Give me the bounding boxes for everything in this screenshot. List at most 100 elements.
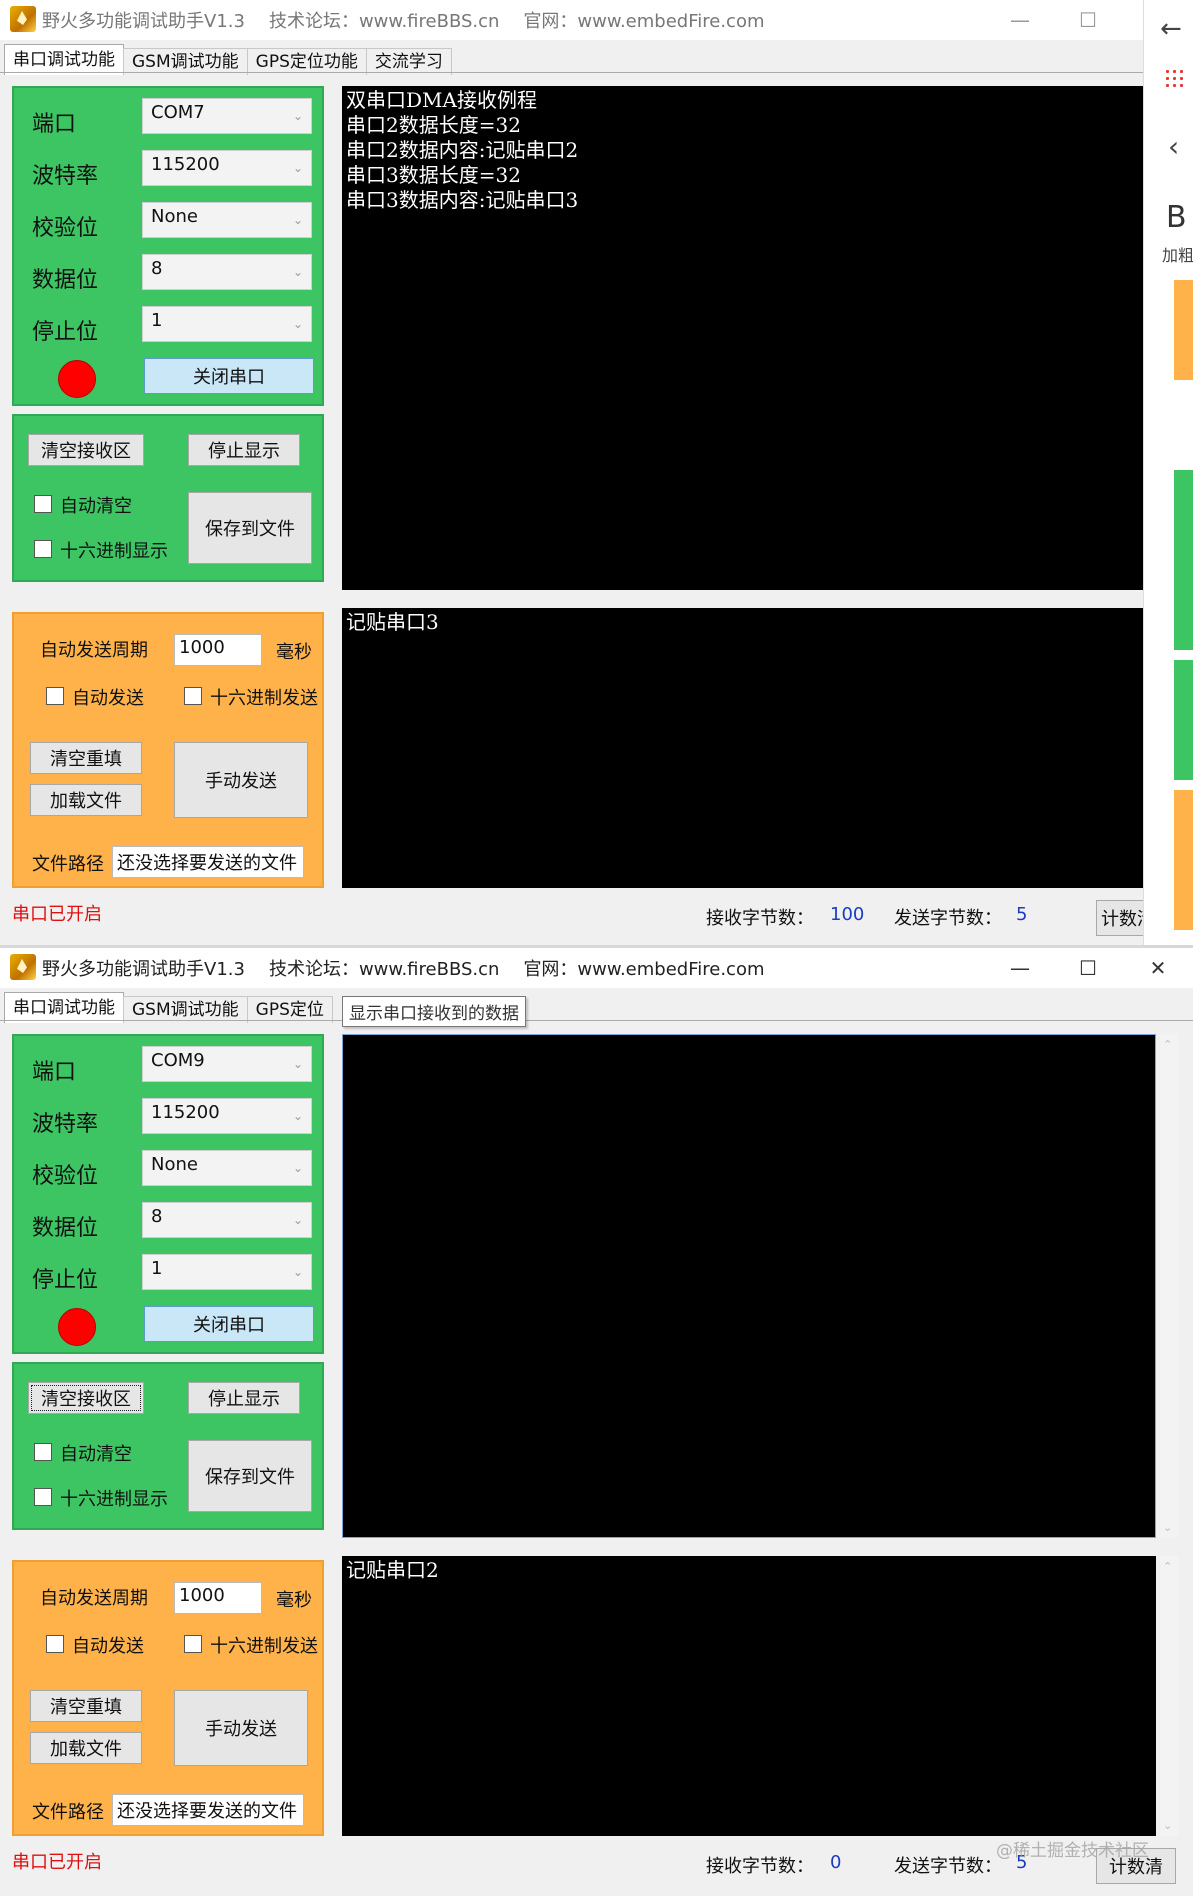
bold-text-label: 加粗 [1162,246,1193,265]
rx-line: 串口2数据长度=32 [346,113,521,137]
baud-select[interactable]: 115200 ⌄ [142,1098,312,1134]
file-path-label: 文件路径 [32,1802,104,1823]
minimize-button[interactable]: — [985,0,1055,40]
hex-display-checkbox[interactable] [34,540,52,558]
auto-send-checkbox[interactable] [46,1635,64,1653]
parity-select[interactable]: None ⌄ [142,1150,312,1186]
maximize-button[interactable]: ☐ [1053,948,1123,988]
port-select[interactable]: COM7 ⌄ [142,98,312,134]
tab-gps[interactable]: GPS定位功能 [246,48,367,75]
manual-send-button[interactable]: 手动发送 [174,1690,308,1766]
tab-underline [0,72,1143,73]
hex-send-checkbox[interactable] [184,1635,202,1653]
stopbits-select[interactable]: 1 ⌄ [142,1254,312,1290]
title-forum: 技术论坛：www.fireBBS.cn [268,959,500,980]
auto-clear-checkbox[interactable] [34,495,52,513]
stop-display-button[interactable]: 停止显示 [188,434,300,466]
receive-data-area[interactable] [342,1034,1156,1538]
auto-send-period-label: 自动发送周期 [40,1588,148,1609]
clear-refill-button[interactable]: 清空重填 [30,742,142,774]
hex-display-checkbox[interactable] [34,1488,52,1506]
load-file-button[interactable]: 加载文件 [30,1732,142,1764]
baud-select[interactable]: 115200 ⌄ [142,150,312,186]
chevron-left-icon[interactable]: ‹ [1168,130,1179,163]
auto-clear-label: 自动清空 [60,496,132,517]
clear-receive-button[interactable]: 清空接收区 [28,434,144,466]
title-site: 官网：www.embedFire.com [523,11,765,32]
auto-send-checkbox[interactable] [46,687,64,705]
stopbits-select[interactable]: 1 ⌄ [142,306,312,342]
parity-select[interactable]: None ⌄ [142,202,312,238]
stopbits-value: 1 [151,310,163,331]
hex-send-checkbox[interactable] [184,687,202,705]
receive-data-area[interactable]: 双串口DMA接收例程 串口2数据长度=32 串口2数据内容:记贴串口2 串口3数… [342,86,1143,590]
parity-value: None [151,206,198,227]
thumbnail-orange-2 [1174,790,1193,930]
scroll-down-icon[interactable]: ⌄ [1163,1819,1172,1832]
auto-send-period-input[interactable]: 1000 [174,634,262,666]
tab-serial[interactable]: 串口调试功能 [4,44,124,75]
databits-select[interactable]: 8 ⌄ [142,254,312,290]
clear-receive-button[interactable]: 清空接收区 [28,1382,144,1414]
clear-refill-button[interactable]: 清空重填 [30,1690,142,1722]
chevron-down-icon: ⌄ [292,213,303,227]
tx-count-label: 发送字节数： [894,1856,1002,1877]
minimize-button[interactable]: — [985,948,1055,988]
reset-count-button[interactable]: 计数清 [1096,900,1143,936]
scroll-up-icon[interactable]: ⌃ [1163,1560,1172,1573]
file-path-field[interactable]: 还没选择要发送的文件 [112,846,304,878]
watermark-text: @稀土掘金技术社区 [996,1841,1149,1861]
parity-value: None [151,1154,198,1175]
title-bar[interactable]: 野火多功能调试助手V1.3 技术论坛：www.fireBBS.cn 官网：www.e… [0,948,1193,988]
close-port-button[interactable]: 关闭串口 [144,358,314,394]
scroll-down-icon[interactable]: ⌄ [1163,1521,1172,1534]
auto-send-period-label: 自动发送周期 [40,640,148,661]
tab-serial[interactable]: 串口调试功能 [4,992,124,1023]
back-arrow-icon[interactable]: ← [1160,14,1182,44]
auto-clear-checkbox[interactable] [34,1443,52,1461]
thumbnail-green-2 [1174,660,1193,780]
receive-area-tooltip: 显示串口接收到的数据 [342,996,526,1027]
thumbnail-orange-1 [1174,280,1193,380]
close-port-button[interactable]: 关闭串口 [144,1306,314,1342]
stopbits-value: 1 [151,1258,163,1279]
scroll-up-icon[interactable]: ⌃ [1163,1038,1172,1051]
save-to-file-button[interactable]: 保存到文件 [188,492,312,564]
send-data-area[interactable]: 记贴串口2 [342,1556,1156,1836]
auto-send-period-input[interactable]: 1000 [174,1582,262,1614]
hex-send-label: 十六进制发送 [210,1636,318,1657]
baud-label: 波特率 [32,1112,99,1137]
receive-options-panel: 清空接收区 停止显示 自动清空 保存到文件 十六进制显示 [12,1362,324,1530]
databits-select[interactable]: 8 ⌄ [142,1202,312,1238]
apps-grid-icon[interactable] [1164,68,1184,88]
rx-line: 串口3数据内容:记贴串口3 [346,188,579,212]
close-window-button[interactable]: ✕ [1123,948,1193,988]
title-app-name: 野火多功能调试助手V1.3 [42,11,245,32]
ms-unit-label: 毫秒 [276,1590,312,1611]
tab-gsm[interactable]: GSM调试功能 [123,996,248,1023]
auto-send-label: 自动发送 [72,1636,144,1657]
auto-clear-label: 自动清空 [60,1444,132,1465]
side-app-strip: ← ‹ B 加粗 [1143,0,1193,947]
tab-exchange[interactable]: 交流学习 [365,48,452,75]
tab-gps[interactable]: GPS定位 [246,996,333,1023]
port-select[interactable]: COM9 ⌄ [142,1046,312,1082]
receive-scrollbar[interactable]: ⌃ ⌄ [1160,1034,1178,1538]
title-site: 官网：www.embedFire.com [523,959,765,980]
file-path-field[interactable]: 还没选择要发送的文件 [112,1794,304,1826]
tx-count-value: 5 [1016,904,1028,925]
bold-b-label[interactable]: B [1166,200,1187,235]
app-logo-icon [10,954,36,980]
manual-send-button[interactable]: 手动发送 [174,742,308,818]
port-status-led [58,360,96,398]
stop-display-button[interactable]: 停止显示 [188,1382,300,1414]
tab-gsm[interactable]: GSM调试功能 [123,48,248,75]
send-scrollbar[interactable]: ⌃ ⌄ [1160,1556,1178,1836]
title-bar[interactable]: 野火多功能调试助手V1.3 技术论坛：www.fireBBS.cn 官网：www.e… [0,0,1143,40]
maximize-button[interactable]: ☐ [1053,0,1123,40]
chevron-down-icon: ⌄ [292,1109,303,1123]
load-file-button[interactable]: 加载文件 [30,784,142,816]
receive-options-panel: 清空接收区 停止显示 自动清空 保存到文件 十六进制显示 [12,414,324,582]
send-data-area[interactable]: 记贴串口3 [342,608,1143,888]
save-to-file-button[interactable]: 保存到文件 [188,1440,312,1512]
